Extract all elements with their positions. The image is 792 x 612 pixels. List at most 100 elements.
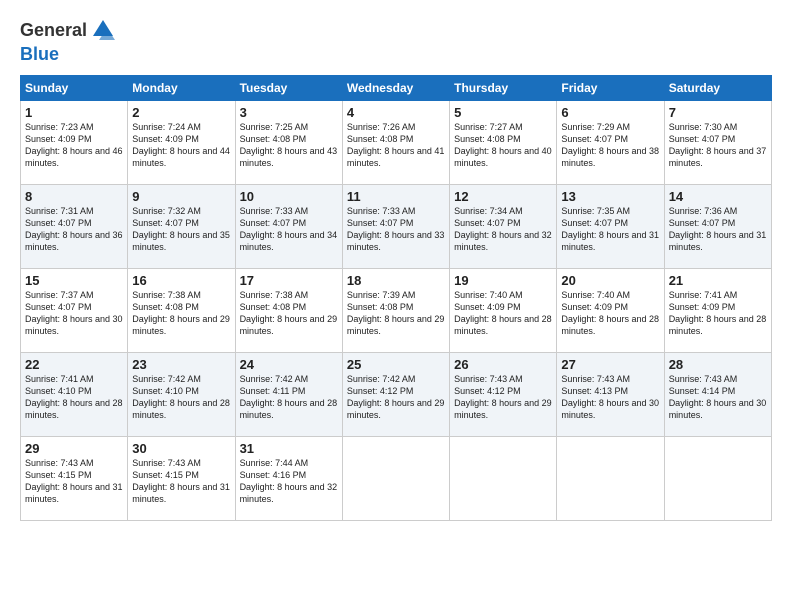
table-row: 29Sunrise: 7:43 AMSunset: 4:15 PMDayligh… <box>21 437 128 521</box>
cell-info: Sunrise: 7:42 AMSunset: 4:10 PMDaylight:… <box>132 374 230 420</box>
logo: General <box>20 16 117 44</box>
day-number: 2 <box>132 105 230 120</box>
day-number: 20 <box>561 273 659 288</box>
day-number: 31 <box>240 441 338 456</box>
cell-info: Sunrise: 7:27 AMSunset: 4:08 PMDaylight:… <box>454 122 552 168</box>
cell-info: Sunrise: 7:23 AMSunset: 4:09 PMDaylight:… <box>25 122 123 168</box>
col-tuesday: Tuesday <box>235 76 342 101</box>
day-number: 17 <box>240 273 338 288</box>
col-monday: Monday <box>128 76 235 101</box>
day-number: 19 <box>454 273 552 288</box>
col-thursday: Thursday <box>450 76 557 101</box>
day-number: 14 <box>669 189 767 204</box>
cell-info: Sunrise: 7:36 AMSunset: 4:07 PMDaylight:… <box>669 206 767 252</box>
cell-info: Sunrise: 7:41 AMSunset: 4:09 PMDaylight:… <box>669 290 767 336</box>
cell-info: Sunrise: 7:32 AMSunset: 4:07 PMDaylight:… <box>132 206 230 252</box>
table-row: 24Sunrise: 7:42 AMSunset: 4:11 PMDayligh… <box>235 353 342 437</box>
cell-info: Sunrise: 7:43 AMSunset: 4:12 PMDaylight:… <box>454 374 552 420</box>
cell-info: Sunrise: 7:33 AMSunset: 4:07 PMDaylight:… <box>240 206 338 252</box>
cell-info: Sunrise: 7:31 AMSunset: 4:07 PMDaylight:… <box>25 206 123 252</box>
day-number: 21 <box>669 273 767 288</box>
table-row: 9 Sunrise: 7:32 AMSunset: 4:07 PMDaylight… <box>128 185 235 269</box>
cell-info: Sunrise: 7:25 AMSunset: 4:08 PMDaylight:… <box>240 122 338 168</box>
table-row: 28 Sunrise: 7:43 AMSunset: 4:14 PMDayligh… <box>664 353 771 437</box>
table-row: 4Sunrise: 7:26 AMSunset: 4:08 PMDaylight… <box>342 101 449 185</box>
header-row: Sunday Monday Tuesday Wednesday Thursday… <box>21 76 772 101</box>
day-number: 26 <box>454 357 552 372</box>
cell-info: Sunrise: 7:43 AMSunset: 4:15 PMDaylight:… <box>132 458 230 504</box>
day-number: 25 <box>347 357 445 372</box>
col-wednesday: Wednesday <box>342 76 449 101</box>
logo-general-text: General <box>20 20 87 41</box>
cell-info: Sunrise: 7:26 AMSunset: 4:08 PMDaylight:… <box>347 122 445 168</box>
day-number: 22 <box>25 357 123 372</box>
day-number: 3 <box>240 105 338 120</box>
logo-blue-text: Blue <box>20 44 59 65</box>
cell-info: Sunrise: 7:34 AMSunset: 4:07 PMDaylight:… <box>454 206 552 252</box>
day-number: 28 <box>669 357 767 372</box>
day-number: 6 <box>561 105 659 120</box>
day-number: 1 <box>25 105 123 120</box>
day-number: 12 <box>454 189 552 204</box>
day-number: 27 <box>561 357 659 372</box>
table-row: 11Sunrise: 7:33 AMSunset: 4:07 PMDayligh… <box>342 185 449 269</box>
col-friday: Friday <box>557 76 664 101</box>
table-row: 22 Sunrise: 7:41 AMSunset: 4:10 PMDayligh… <box>21 353 128 437</box>
table-row: 3 Sunrise: 7:25 AMSunset: 4:08 PMDaylight… <box>235 101 342 185</box>
day-number: 15 <box>25 273 123 288</box>
table-row: 15Sunrise: 7:37 AMSunset: 4:07 PMDayligh… <box>21 269 128 353</box>
col-sunday: Sunday <box>21 76 128 101</box>
day-number: 5 <box>454 105 552 120</box>
table-row: 10 Sunrise: 7:33 AMSunset: 4:07 PMDayligh… <box>235 185 342 269</box>
day-number: 30 <box>132 441 230 456</box>
table-row: 2 Sunrise: 7:24 AMSunset: 4:09 PMDaylight… <box>128 101 235 185</box>
cell-info: Sunrise: 7:38 AMSunset: 4:08 PMDaylight:… <box>132 290 230 336</box>
table-row: 31 Sunrise: 7:44 AMSunset: 4:16 PMDayligh… <box>235 437 342 521</box>
logo-icon <box>89 16 117 44</box>
table-row: 23 Sunrise: 7:42 AMSunset: 4:10 PMDayligh… <box>128 353 235 437</box>
table-row <box>342 437 449 521</box>
day-number: 23 <box>132 357 230 372</box>
cell-info: Sunrise: 7:40 AMSunset: 4:09 PMDaylight:… <box>454 290 552 336</box>
table-row: 16 Sunrise: 7:38 AMSunset: 4:08 PMDayligh… <box>128 269 235 353</box>
table-row: 18 Sunrise: 7:39 AMSunset: 4:08 PMDayligh… <box>342 269 449 353</box>
day-number: 10 <box>240 189 338 204</box>
cell-info: Sunrise: 7:35 AMSunset: 4:07 PMDaylight:… <box>561 206 659 252</box>
day-number: 11 <box>347 189 445 204</box>
table-row: 20Sunrise: 7:40 AMSunset: 4:09 PMDayligh… <box>557 269 664 353</box>
logo-area: General Blue <box>20 16 117 65</box>
table-row: 27 Sunrise: 7:43 AMSunset: 4:13 PMDayligh… <box>557 353 664 437</box>
col-saturday: Saturday <box>664 76 771 101</box>
cell-info: Sunrise: 7:42 AMSunset: 4:11 PMDaylight:… <box>240 374 338 420</box>
table-row: 8 Sunrise: 7:31 AMSunset: 4:07 PMDaylight… <box>21 185 128 269</box>
calendar-table: Sunday Monday Tuesday Wednesday Thursday… <box>20 75 772 521</box>
cell-info: Sunrise: 7:30 AMSunset: 4:07 PMDaylight:… <box>669 122 767 168</box>
table-row: 1 Sunrise: 7:23 AMSunset: 4:09 PMDaylight… <box>21 101 128 185</box>
cell-info: Sunrise: 7:43 AMSunset: 4:14 PMDaylight:… <box>669 374 767 420</box>
table-row <box>450 437 557 521</box>
table-row: 6 Sunrise: 7:29 AMSunset: 4:07 PMDaylight… <box>557 101 664 185</box>
day-number: 7 <box>669 105 767 120</box>
table-row: 13Sunrise: 7:35 AMSunset: 4:07 PMDayligh… <box>557 185 664 269</box>
day-number: 18 <box>347 273 445 288</box>
table-row: 17 Sunrise: 7:38 AMSunset: 4:08 PMDayligh… <box>235 269 342 353</box>
cell-info: Sunrise: 7:43 AMSunset: 4:15 PMDaylight:… <box>25 458 123 504</box>
table-row: 26 Sunrise: 7:43 AMSunset: 4:12 PMDayligh… <box>450 353 557 437</box>
cell-info: Sunrise: 7:41 AMSunset: 4:10 PMDaylight:… <box>25 374 123 420</box>
cell-info: Sunrise: 7:38 AMSunset: 4:08 PMDaylight:… <box>240 290 338 336</box>
cell-info: Sunrise: 7:42 AMSunset: 4:12 PMDaylight:… <box>347 374 445 420</box>
table-row: 12 Sunrise: 7:34 AMSunset: 4:07 PMDayligh… <box>450 185 557 269</box>
cell-info: Sunrise: 7:44 AMSunset: 4:16 PMDaylight:… <box>240 458 338 504</box>
cell-info: Sunrise: 7:43 AMSunset: 4:13 PMDaylight:… <box>561 374 659 420</box>
header: General Blue <box>20 16 772 65</box>
cell-info: Sunrise: 7:29 AMSunset: 4:07 PMDaylight:… <box>561 122 659 168</box>
cell-info: Sunrise: 7:39 AMSunset: 4:08 PMDaylight:… <box>347 290 445 336</box>
table-row: 7 Sunrise: 7:30 AMSunset: 4:07 PMDaylight… <box>664 101 771 185</box>
table-row: 19 Sunrise: 7:40 AMSunset: 4:09 PMDayligh… <box>450 269 557 353</box>
table-row: 14 Sunrise: 7:36 AMSunset: 4:07 PMDayligh… <box>664 185 771 269</box>
day-number: 16 <box>132 273 230 288</box>
day-number: 8 <box>25 189 123 204</box>
day-number: 9 <box>132 189 230 204</box>
table-row: 5 Sunrise: 7:27 AMSunset: 4:08 PMDaylight… <box>450 101 557 185</box>
cell-info: Sunrise: 7:24 AMSunset: 4:09 PMDaylight:… <box>132 122 230 168</box>
